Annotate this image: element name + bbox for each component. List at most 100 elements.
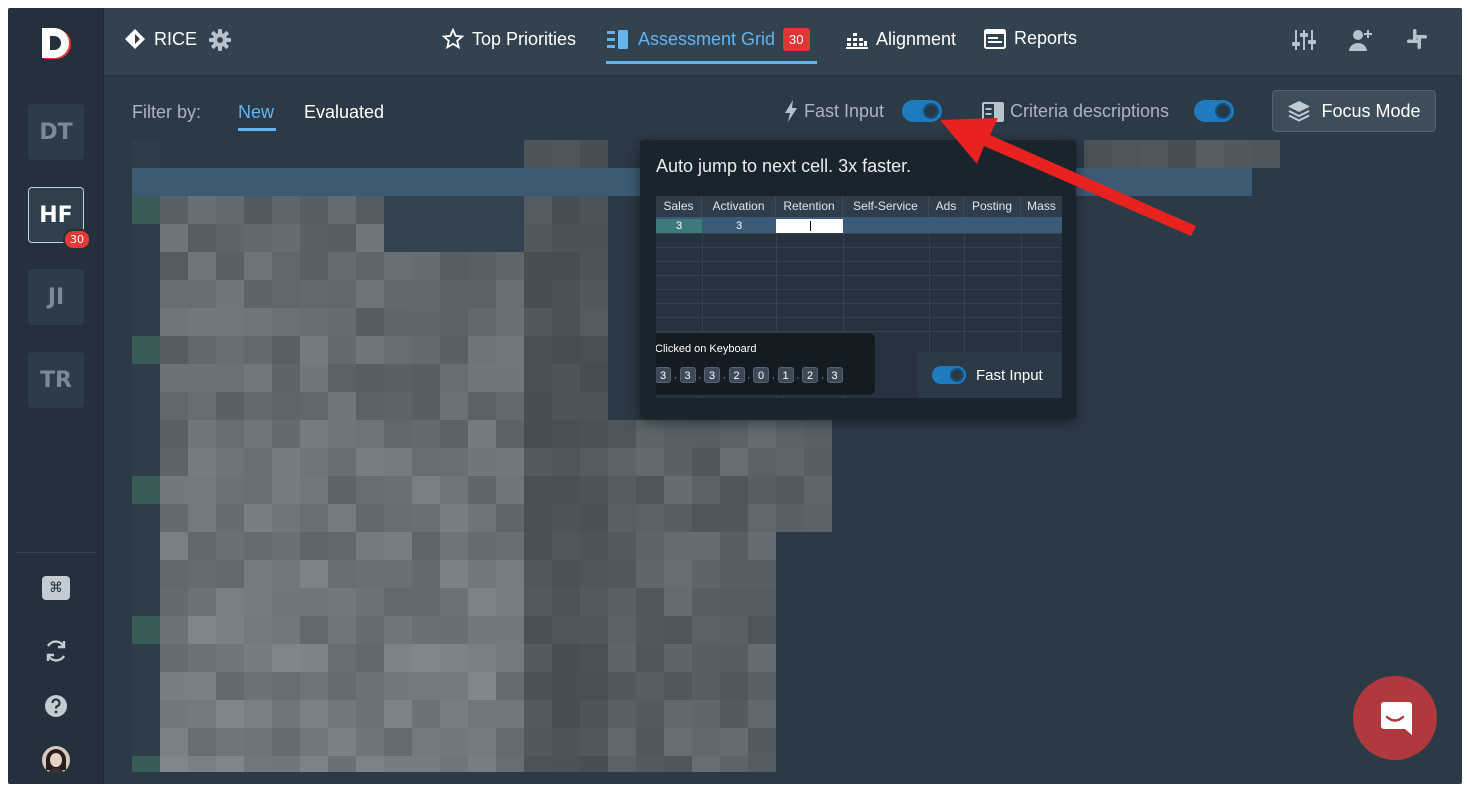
blurred-grid-cell xyxy=(748,728,776,756)
demo-column-header: Retention xyxy=(776,196,843,217)
tab-label: Assessment Grid xyxy=(638,29,776,49)
columns-settings-button[interactable] xyxy=(1292,28,1316,52)
tab-reports[interactable]: Reports xyxy=(984,28,1077,49)
blurred-grid-cell xyxy=(496,308,524,336)
blurred-grid-cell xyxy=(384,616,412,644)
tab-top-priorities[interactable]: Top Priorities xyxy=(442,28,576,50)
blurred-grid-cell xyxy=(552,644,580,672)
blurred-grid-cell xyxy=(188,532,216,560)
blurred-grid-cell xyxy=(496,616,524,644)
blurred-grid-cell xyxy=(524,168,552,196)
blurred-grid-cell xyxy=(384,588,412,616)
fast-input-toggle[interactable] xyxy=(902,100,942,122)
help-button[interactable] xyxy=(41,691,71,721)
workspace-hf[interactable]: HF 30 xyxy=(28,187,91,250)
blurred-grid-cell xyxy=(524,616,552,644)
invite-user-button[interactable] xyxy=(1348,28,1374,52)
blurred-grid-cell xyxy=(272,336,300,364)
workspace-dt[interactable]: DT xyxy=(28,104,84,160)
blurred-grid-cell xyxy=(552,616,580,644)
blurred-grid-cell xyxy=(216,616,244,644)
blurred-grid-cell xyxy=(692,560,720,588)
blurred-grid-cell xyxy=(384,308,412,336)
blurred-grid-cell xyxy=(216,756,244,772)
blurred-grid-cell xyxy=(440,280,468,308)
tab-alignment[interactable]: Alignment xyxy=(846,28,956,50)
slack-integration-button[interactable] xyxy=(1406,28,1428,50)
blurred-grid-cell xyxy=(1196,140,1224,168)
sync-button[interactable] xyxy=(41,636,71,666)
blurred-grid-cell xyxy=(720,532,748,560)
blurred-grid-cell xyxy=(272,196,300,224)
blurred-grid-cell xyxy=(524,336,552,364)
blurred-grid-cell xyxy=(580,644,608,672)
blurred-grid-cell xyxy=(776,476,804,504)
blurred-grid-cell xyxy=(636,644,664,672)
blurred-grid-cell xyxy=(412,448,440,476)
blurred-grid-cell xyxy=(608,560,636,588)
blurred-grid-cell xyxy=(440,364,468,392)
app-logo[interactable] xyxy=(38,26,74,67)
blurred-grid-cell xyxy=(720,560,748,588)
blurred-grid-cell xyxy=(412,532,440,560)
blurred-grid-cell xyxy=(356,728,384,756)
blurred-grid-cell xyxy=(608,728,636,756)
rail-divider xyxy=(16,552,96,553)
blurred-grid-cell xyxy=(216,420,244,448)
blurred-grid-cell xyxy=(1224,140,1252,168)
blurred-grid-cell xyxy=(580,308,608,336)
blurred-grid-cell xyxy=(328,616,356,644)
filter-new[interactable]: New xyxy=(238,102,274,123)
filter-evaluated[interactable]: Evaluated xyxy=(304,102,384,123)
blurred-grid-cell xyxy=(1112,168,1140,196)
blurred-grid-cell xyxy=(412,756,440,772)
tab-assessment-grid[interactable]: Assessment Grid 30 xyxy=(606,28,810,51)
blurred-grid-cell xyxy=(636,420,664,448)
blurred-grid-cell xyxy=(524,420,552,448)
app-switcher[interactable]: RICE xyxy=(124,28,197,50)
focus-mode-button[interactable]: Focus Mode xyxy=(1272,90,1436,132)
settings-button[interactable] xyxy=(208,28,232,52)
user-avatar[interactable] xyxy=(41,745,71,775)
blurred-grid-cell xyxy=(608,532,636,560)
workspace-tr[interactable]: TR xyxy=(28,352,84,408)
blurred-grid-cell xyxy=(524,392,552,420)
blurred-grid-cell xyxy=(468,392,496,420)
blurred-grid-cell xyxy=(692,756,720,772)
blurred-grid-cell xyxy=(748,644,776,672)
blurred-grid-cell xyxy=(188,756,216,772)
blurred-grid-cell xyxy=(496,420,524,448)
rice-diamond-icon xyxy=(125,29,145,49)
chat-launcher[interactable] xyxy=(1353,676,1437,760)
criteria-descriptions-label: Criteria descriptions xyxy=(1010,101,1170,121)
blurred-grid-cell xyxy=(356,252,384,280)
blurred-grid-cell xyxy=(440,756,468,772)
grid-list-icon xyxy=(607,29,628,49)
blurred-grid-cell xyxy=(580,476,608,504)
blurred-grid-cell xyxy=(468,252,496,280)
blurred-grid-cell xyxy=(412,504,440,532)
blurred-grid-cell xyxy=(1140,140,1168,168)
criteria-descriptions-toggle[interactable] xyxy=(1194,100,1234,122)
blurred-grid-cell xyxy=(748,756,776,772)
lightning-icon xyxy=(785,100,797,122)
keyboard-shortcuts-button[interactable]: ⌘ xyxy=(41,573,71,603)
blurred-grid-cell xyxy=(300,644,328,672)
blurred-grid-cell xyxy=(580,336,608,364)
workspace-ji[interactable]: JI xyxy=(28,269,84,325)
blurred-grid-cell xyxy=(272,224,300,252)
blurred-grid-cell xyxy=(468,756,496,772)
blurred-grid-cell xyxy=(692,588,720,616)
report-window-icon xyxy=(984,28,1006,49)
active-tab-indicator xyxy=(606,61,817,64)
blurred-grid-cell xyxy=(188,280,216,308)
blurred-grid-cell xyxy=(384,560,412,588)
blurred-grid-cell xyxy=(440,728,468,756)
blurred-grid-cell xyxy=(524,672,552,700)
blurred-grid-cell xyxy=(468,672,496,700)
blurred-grid-cell xyxy=(356,224,384,252)
blurred-grid-cell xyxy=(692,532,720,560)
blurred-grid-cell xyxy=(160,364,188,392)
blurred-grid-cell xyxy=(496,196,524,224)
blurred-grid-cell xyxy=(188,392,216,420)
